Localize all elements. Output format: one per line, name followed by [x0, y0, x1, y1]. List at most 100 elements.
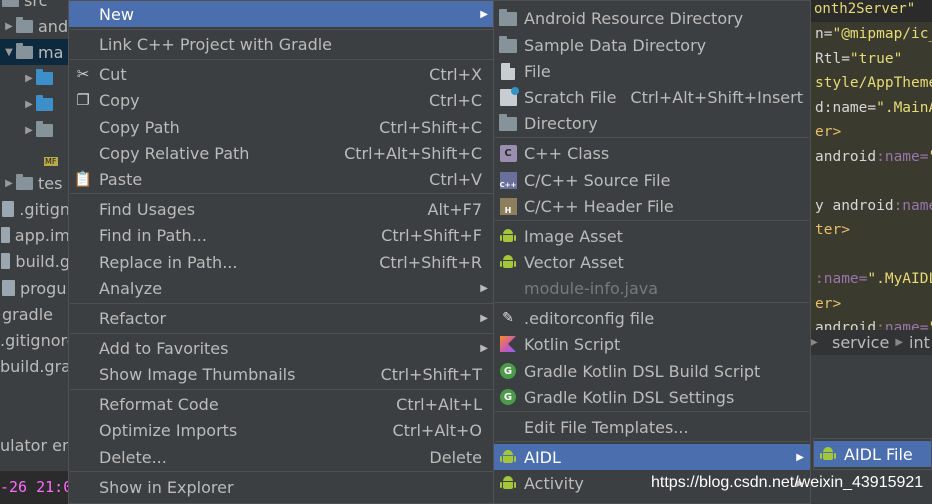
code-token: >: [841, 222, 850, 238]
menu-item-aidl[interactable]: AIDL ▶: [494, 444, 810, 470]
tree-item[interactable]: gradle: [0, 301, 70, 327]
menu-item-copy-relative-path[interactable]: Copy Relative Path Ctrl+Alt+Shift+C: [69, 140, 494, 166]
code-editor[interactable]: n="@mipmap/ic_lRtl="true"style/AppThemed…: [810, 0, 932, 330]
menu-item-paste[interactable]: 📋 Paste Ctrl+V: [69, 166, 494, 192]
menu-item-editorconfig-file[interactable]: ✎ .editorconfig file: [494, 305, 810, 331]
expand-arrow-icon[interactable]: ▶: [22, 73, 36, 84]
menu-item-directory[interactable]: Directory: [494, 110, 810, 136]
menu-item-delete[interactable]: Delete... Delete: [69, 444, 494, 470]
menu-item-show-in-explorer[interactable]: Show in Explorer: [69, 474, 494, 500]
tree-item[interactable]: .gitignore: [0, 327, 70, 353]
menu-separator: [495, 302, 809, 303]
menu-item-edit-file-templates[interactable]: Edit File Templates...: [494, 414, 810, 440]
tree-item[interactable]: ▶ tes: [0, 170, 70, 196]
menu-item-new[interactable]: New ▶: [69, 1, 494, 27]
code-token: "@mipmap/ic_l: [832, 26, 932, 42]
tree-item[interactable]: progu: [0, 275, 70, 301]
tree-item-label: gradle: [2, 304, 53, 324]
menu-item-label: Refactor: [99, 308, 167, 328]
menu-item-gradle-kotlin-dsl-build-script[interactable]: G Gradle Kotlin DSL Build Script: [494, 358, 810, 384]
menu-item-shortcut: Ctrl+Shift+F: [381, 225, 482, 245]
code-token: >: [832, 295, 842, 312]
menu-item-cpp-source-file[interactable]: C++ C/C++ Source File: [494, 167, 810, 193]
tree-item[interactable]: ▼ ma: [0, 39, 70, 65]
tree-item[interactable]: app.im: [0, 222, 70, 248]
emulator-tab-label[interactable]: ulator emu: [0, 436, 70, 458]
tree-item[interactable]: build.g: [0, 248, 70, 274]
menu-item-gradle-kotlin-dsl-settings[interactable]: G Gradle Kotlin DSL Settings: [494, 384, 810, 410]
expand-arrow-icon[interactable]: ▶: [22, 99, 36, 110]
menu-item-cpp-class[interactable]: C C++ Class: [494, 140, 810, 166]
tree-item[interactable]: build.grad: [0, 353, 70, 379]
menu-item-add-to-favorites[interactable]: Add to Favorites ▶: [69, 335, 494, 361]
tree-item[interactable]: .gitign: [0, 196, 70, 222]
menu-item-vector-asset[interactable]: Vector Asset: [494, 249, 810, 275]
android-icon: [499, 448, 517, 466]
expand-arrow-icon[interactable]: ▶: [22, 125, 36, 136]
aidl-file-icon: [819, 445, 837, 463]
menu-item-shortcut: Ctrl+X: [429, 64, 482, 84]
menu-item-sample-data-directory[interactable]: Sample Data Directory: [494, 32, 810, 58]
menu-item-analyze[interactable]: Analyze ▶: [69, 275, 494, 301]
tree-item[interactable]: ▶ and: [0, 13, 70, 39]
menu-item-refactor[interactable]: Refactor ▶: [69, 305, 494, 331]
menu-item-label: C++ Class: [524, 143, 610, 163]
menu-item-find-in-path[interactable]: Find in Path... Ctrl+Shift+F: [69, 222, 494, 248]
menu-item-replace-in-path[interactable]: Replace in Path... Ctrl+Shift+R: [69, 249, 494, 275]
file-icon: [1, 201, 15, 217]
menu-separator: [70, 333, 493, 334]
copy-icon: ❐: [76, 91, 90, 109]
code-token: android: [815, 320, 877, 330]
submenu-arrow-icon: ▶: [796, 451, 804, 463]
file-icon: [499, 62, 517, 80]
menu-item-scratch-file[interactable]: Scratch File Ctrl+Alt+Shift+Insert: [494, 84, 810, 110]
expand-arrow-icon[interactable]: ▶: [2, 178, 16, 189]
menu-item-find-usages[interactable]: Find Usages Alt+F7: [69, 196, 494, 222]
code-token: android: [815, 148, 877, 165]
folder-icon: [499, 9, 517, 27]
code-token: :name=: [876, 148, 929, 165]
menu-item-show-image-thumbnails[interactable]: Show Image Thumbnails Ctrl+Shift+T: [69, 361, 494, 387]
tree-item[interactable]: MF: [0, 143, 70, 169]
logcat-line: -26 21:07: [0, 471, 70, 504]
folder-icon: [16, 173, 33, 190]
menu-item-shortcut: Alt+F7: [427, 199, 482, 219]
tree-item[interactable]: src: [0, 0, 70, 13]
menu-item-shortcut: Ctrl+Alt+Shift+C: [344, 143, 482, 163]
menu-item-cpp-header-file[interactable]: H C/C++ Header File: [494, 193, 810, 219]
menu-item-file[interactable]: File: [494, 58, 810, 84]
menu-item-android-resource-directory[interactable]: Android Resource Directory: [494, 5, 810, 31]
menu-item-label: Edit File Templates...: [524, 417, 689, 437]
menu-item-reformat-code[interactable]: Reformat Code Ctrl+Alt+L: [69, 391, 494, 417]
menu-item-image-asset[interactable]: Image Asset: [494, 223, 810, 249]
breadcrumb-item-intent[interactable]: int: [909, 333, 930, 352]
folder-icon: [36, 68, 53, 85]
menu-item-cut[interactable]: ✂ Cut Ctrl+X: [69, 61, 494, 87]
menu-item-label: Show in Explorer: [99, 477, 234, 497]
submenu-arrow-icon: ▶: [480, 282, 488, 294]
editor-top-line: onth2Server": [810, 0, 932, 22]
expand-arrow-icon[interactable]: ▶: [2, 21, 16, 32]
menu-item-copy[interactable]: ❐ Copy Ctrl+C: [69, 87, 494, 113]
tree-item[interactable]: ▶: [0, 65, 70, 91]
menu-item-link-cpp-project[interactable]: Link C++ Project with Gradle: [69, 31, 494, 57]
watermark-url: https://blog.csdn.net/weixin_43915921: [651, 474, 924, 491]
menu-item-copy-path[interactable]: Copy Path Ctrl+Shift+C: [69, 114, 494, 140]
editorconfig-icon: ✎: [502, 310, 514, 326]
folder-icon: [499, 36, 517, 54]
tree-item[interactable]: ▶: [0, 117, 70, 143]
file-icon: [1, 253, 11, 269]
tree-item[interactable]: ▶: [0, 91, 70, 117]
menu-item-label: Scratch File: [524, 87, 617, 107]
menu-item-kotlin-script[interactable]: Kotlin Script: [494, 331, 810, 357]
menu-item-label: Link C++ Project with Gradle: [99, 34, 333, 54]
code-line: ter>: [815, 218, 850, 242]
collapse-arrow-icon[interactable]: ▼: [2, 47, 16, 58]
menu-item-aidl-file[interactable]: AIDL File: [814, 441, 931, 467]
breadcrumb-item-service[interactable]: service: [832, 333, 889, 352]
project-tree: src ▶ and ▼ ma ▶ ▶ ▶ MF ▶ tes .gitign app.im build.g p…: [0, 0, 70, 504]
menu-item-label: .editorconfig file: [524, 308, 655, 328]
menu-item-optimize-imports[interactable]: Optimize Imports Ctrl+Alt+O: [69, 417, 494, 443]
code-token: ".MyAIDLS: [867, 271, 932, 287]
file-icon: [2, 280, 15, 296]
